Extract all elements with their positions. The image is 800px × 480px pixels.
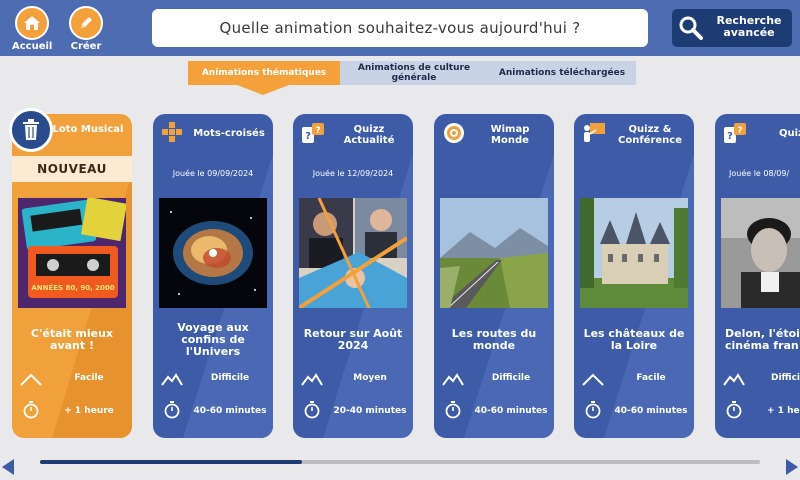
create-label: Créer: [70, 41, 102, 52]
card-subtitle: Les châteaux de la Loire: [583, 327, 685, 352]
card-subtitle: Delon, l'étoile du cinéma fran: [725, 327, 800, 352]
mountains-icon: [442, 373, 464, 386]
card-title: Quizz Actualité: [343, 124, 395, 146]
category-tabs: Animations thématiques Animations de cul…: [188, 61, 636, 85]
difficulty-level: Difficile: [491, 373, 531, 383]
card-title: Loto Musical: [52, 124, 124, 135]
search-icon: [679, 16, 703, 40]
presenter-icon: [584, 123, 605, 142]
animation-card[interactable]: Mots-croisés Jouée le 09/09/2024 Voyage …: [153, 114, 273, 438]
scroll-thumb[interactable]: [40, 460, 302, 464]
active-tab-pointer: [237, 85, 289, 95]
stopwatch-icon: [304, 401, 320, 419]
svg-text:?: ?: [305, 131, 311, 142]
duration: + 1 heur: [767, 406, 800, 416]
delete-button[interactable]: [9, 108, 53, 152]
quiz-icon: ? ?: [302, 123, 324, 143]
mountains-icon: [723, 373, 745, 386]
mountains-icon: [301, 373, 323, 386]
tab-downloaded[interactable]: Animations téléchargées: [488, 61, 636, 85]
difficulty-level: Moyen: [353, 373, 387, 383]
card-image: ANNÉES 80, 90, 2000: [18, 198, 126, 308]
card-subtitle: Les routes du monde: [451, 327, 537, 352]
card-image: [580, 198, 688, 308]
home-button[interactable]: Accueil: [12, 6, 52, 52]
difficulty-level: Facile: [74, 373, 104, 383]
last-played-date: Jouée le 09/09/2024: [172, 169, 254, 178]
mountain-icon: [582, 373, 604, 386]
card-image: [721, 198, 800, 308]
animation-card[interactable]: Loto Musical NOUVEAU ANNÉES 80, 90, 2000…: [12, 114, 132, 438]
mountains-icon: [161, 373, 183, 386]
duration: 40-60 minutes: [474, 406, 548, 416]
crossword-icon: [162, 122, 182, 142]
home-label: Accueil: [12, 41, 53, 52]
tab-thematic[interactable]: Animations thématiques: [188, 61, 340, 85]
card-title: Quizz & Conférence: [617, 124, 682, 146]
advanced-search-label: Recherche avancée: [716, 14, 782, 39]
duration: 20-40 minutes: [333, 406, 407, 416]
svg-text:?: ?: [737, 126, 742, 136]
new-badge: NOUVEAU: [12, 156, 132, 182]
stopwatch-icon: [445, 401, 461, 419]
card-subtitle: Retour sur Août 2024: [303, 327, 403, 352]
card-subtitle: Voyage aux confins de l'Univers: [177, 321, 249, 358]
stopwatch-icon: [164, 401, 180, 419]
last-played-date: Jouée le 12/09/2024: [312, 169, 394, 178]
animation-card[interactable]: Wimap Monde Les routes du monde Difficil…: [434, 114, 554, 438]
card-title: Wimap Monde: [490, 124, 530, 146]
duration: 40-60 minutes: [614, 406, 688, 416]
stopwatch-icon: [726, 401, 742, 419]
target-icon: [444, 123, 464, 143]
difficulty-level: Diffici: [771, 373, 800, 383]
stopwatch-icon: [23, 401, 39, 419]
animation-card[interactable]: ? ? Quizz Jouée le 08/09/ Delon, l'étoil…: [715, 114, 800, 438]
svg-text:?: ?: [727, 131, 733, 142]
scroll-left-arrow-icon[interactable]: [2, 459, 14, 475]
search-input[interactable]: Quelle animation souhaitez-vous aujourd'…: [152, 9, 648, 47]
cassette-caption: ANNÉES 80, 90, 2000: [31, 283, 114, 292]
card-title: Quizz: [779, 128, 800, 139]
duration: 40-60 minutes: [193, 406, 267, 416]
animation-card[interactable]: Quizz & Conférence Les châteaux de la Lo…: [574, 114, 694, 438]
create-button[interactable]: Créer: [66, 6, 106, 52]
difficulty-level: Difficile: [210, 373, 250, 383]
card-image: [440, 198, 548, 308]
last-played-date: Jouée le 08/09/: [729, 169, 790, 178]
pencil-icon: [69, 6, 103, 40]
advanced-search-button[interactable]: Recherche avancée: [672, 9, 792, 47]
card-image: [159, 198, 267, 308]
stopwatch-icon: [585, 401, 601, 419]
animation-card[interactable]: ? ? Quizz Actualité Jouée le 12/09/2024 …: [293, 114, 413, 438]
card-image: [299, 198, 407, 308]
trash-icon: [23, 119, 39, 140]
svg-text:?: ?: [315, 126, 320, 136]
tab-general-culture[interactable]: Animations de culture générale: [340, 61, 488, 85]
quiz-icon: ? ?: [724, 123, 746, 143]
difficulty-level: Facile: [636, 373, 666, 383]
card-title: Mots-croisés: [193, 128, 265, 139]
duration: + 1 heure: [64, 406, 114, 416]
mountain-icon: [20, 373, 42, 386]
top-bar: Accueil Créer Quelle animation souhaitez…: [0, 0, 800, 56]
home-icon: [15, 6, 49, 40]
card-subtitle: C'était mieux avant !: [30, 327, 114, 352]
scroll-right-arrow-icon[interactable]: [786, 459, 798, 475]
